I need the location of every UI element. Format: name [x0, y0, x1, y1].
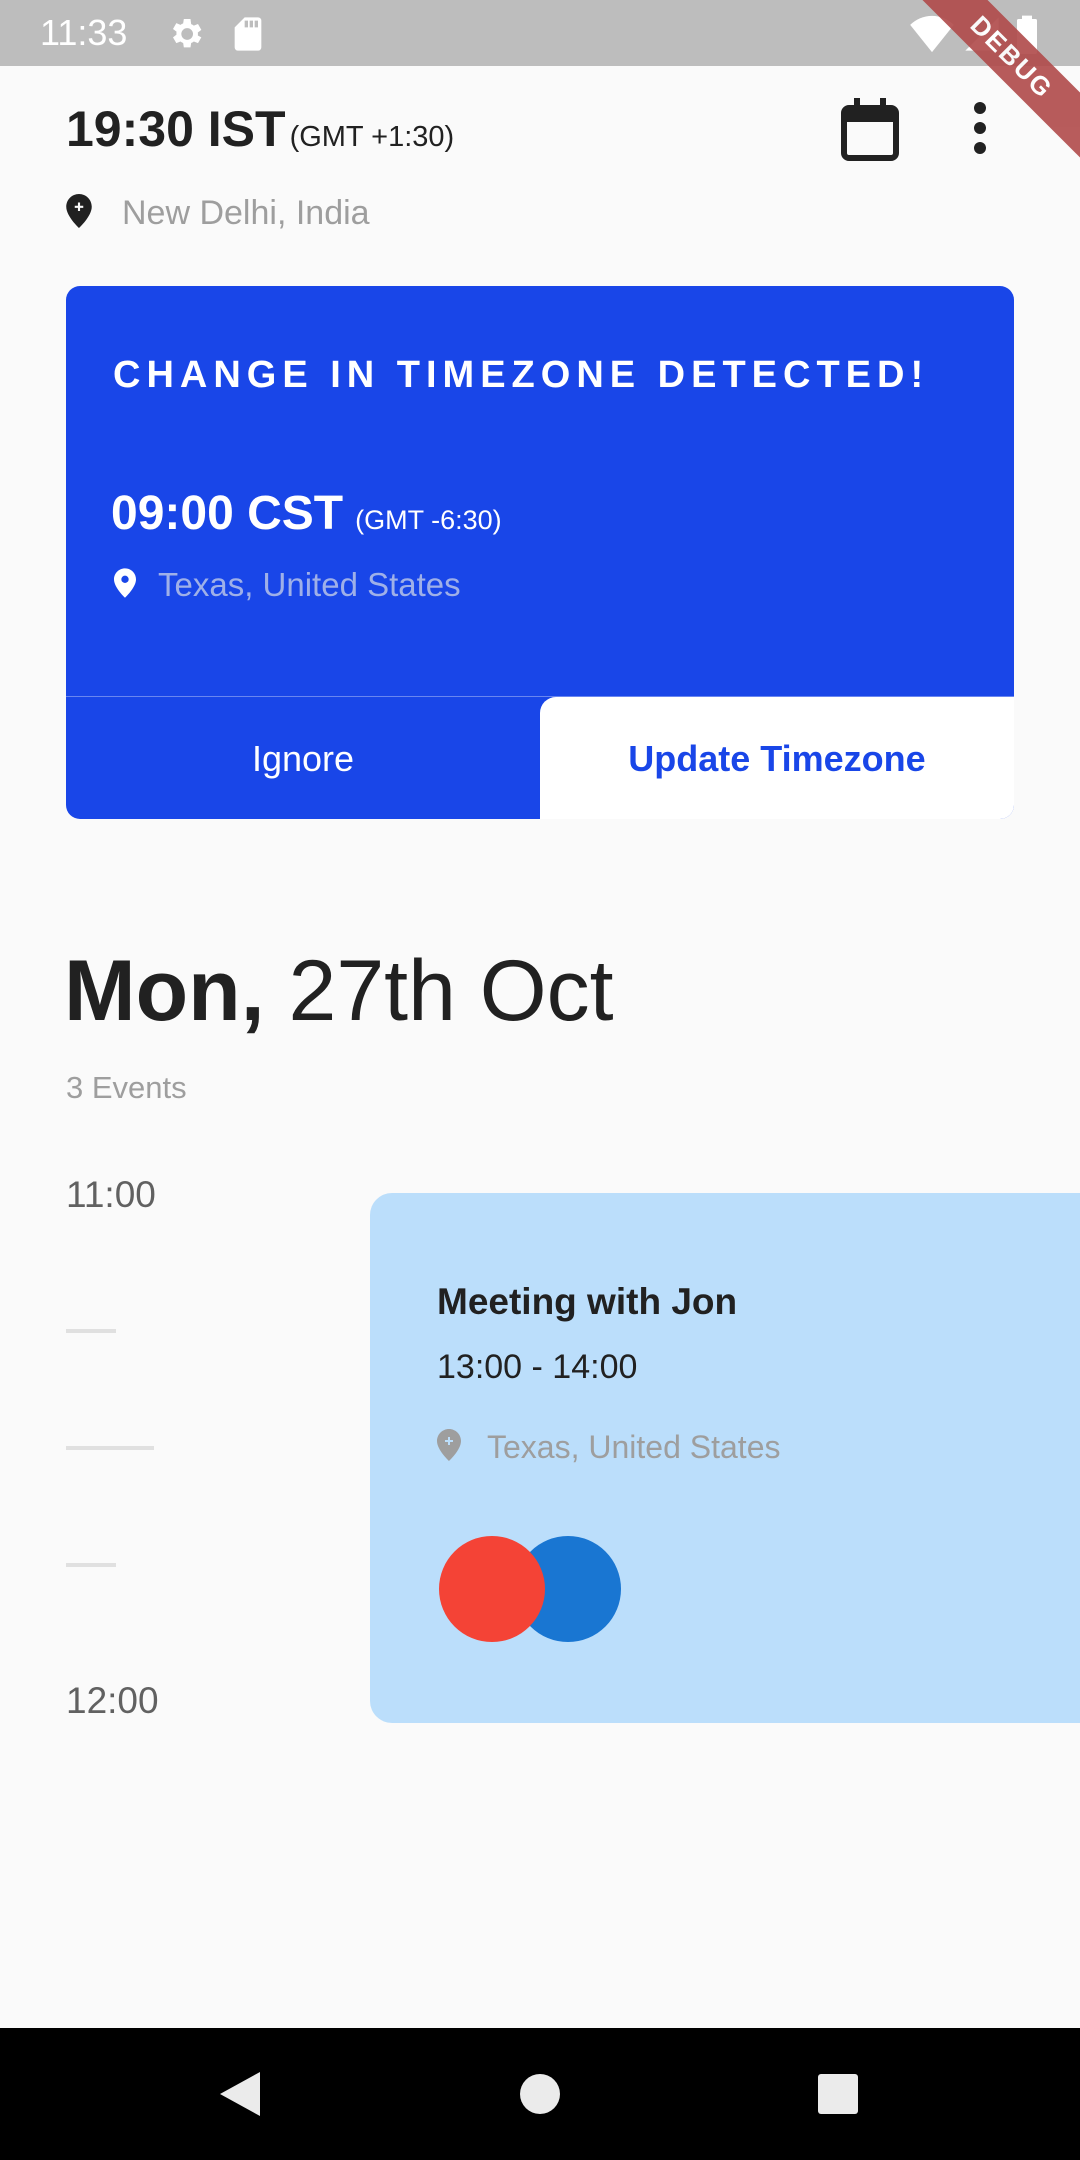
location-pin-icon: [66, 194, 92, 233]
status-bar: 11:33 DEBUG: [0, 0, 1080, 166]
current-time: 19:30 IST (GMT +1:30): [66, 100, 454, 158]
current-location: New Delhi, India: [66, 194, 370, 233]
event-location-label: Texas, United States: [487, 1429, 781, 1465]
attendee-avatar: [439, 1536, 545, 1642]
detected-location: Texas, United States: [114, 566, 461, 604]
timeline-tick: [66, 1446, 154, 1450]
timeline-tick: [66, 1329, 116, 1333]
status-time: 11:33: [40, 12, 128, 53]
detected-gmt-offset: (GMT -6:30): [355, 505, 502, 535]
events-count: 3 Events: [66, 1070, 187, 1105]
detected-time-value: 09:00 CST: [111, 487, 344, 540]
timezone-alert-card: CHANGE IN TIMEZONE DETECTED! 09:00 CST (…: [66, 286, 1014, 819]
event-location: Texas, United States: [437, 1429, 780, 1466]
more-vert-icon[interactable]: [960, 100, 1000, 156]
update-timezone-button[interactable]: Update Timezone: [540, 697, 1014, 819]
home-icon[interactable]: [480, 2028, 600, 2160]
back-icon[interactable]: [180, 2028, 300, 2160]
event-time: 13:00 - 14:00: [437, 1348, 638, 1386]
location-pin-icon: [437, 1429, 461, 1466]
current-location-label: New Delhi, India: [122, 194, 370, 232]
current-gmt-offset: (GMT +1:30): [289, 121, 455, 153]
sd-card-icon: [228, 14, 268, 54]
settings-icon: [166, 14, 206, 54]
detected-time: 09:00 CST (GMT -6:30): [111, 486, 502, 541]
date-value: 27th Oct: [288, 943, 614, 1039]
current-time-value: 19:30 IST: [66, 101, 286, 157]
navigation-bar: [0, 2028, 1080, 2160]
recents-icon[interactable]: [778, 2028, 898, 2160]
timezone-alert-title: CHANGE IN TIMEZONE DETECTED!: [113, 354, 930, 396]
timeline-tick: [66, 1563, 116, 1567]
location-pin-icon: [114, 567, 136, 603]
timezone-alert-actions: Ignore Update Timezone: [66, 696, 1014, 819]
hour-label: 11:00: [66, 1174, 156, 1215]
detected-location-label: Texas, United States: [158, 566, 461, 603]
date-heading: Mon, 27th Oct: [64, 942, 614, 1041]
ignore-button[interactable]: Ignore: [66, 697, 540, 819]
event-card[interactable]: Meeting with Jon 13:00 - 14:00 Texas, Un…: [370, 1193, 1080, 1723]
date-day: Mon,: [64, 943, 265, 1039]
event-title: Meeting with Jon: [437, 1281, 738, 1322]
hour-label: 12:00: [66, 1680, 159, 1721]
calendar-icon[interactable]: [840, 96, 900, 162]
